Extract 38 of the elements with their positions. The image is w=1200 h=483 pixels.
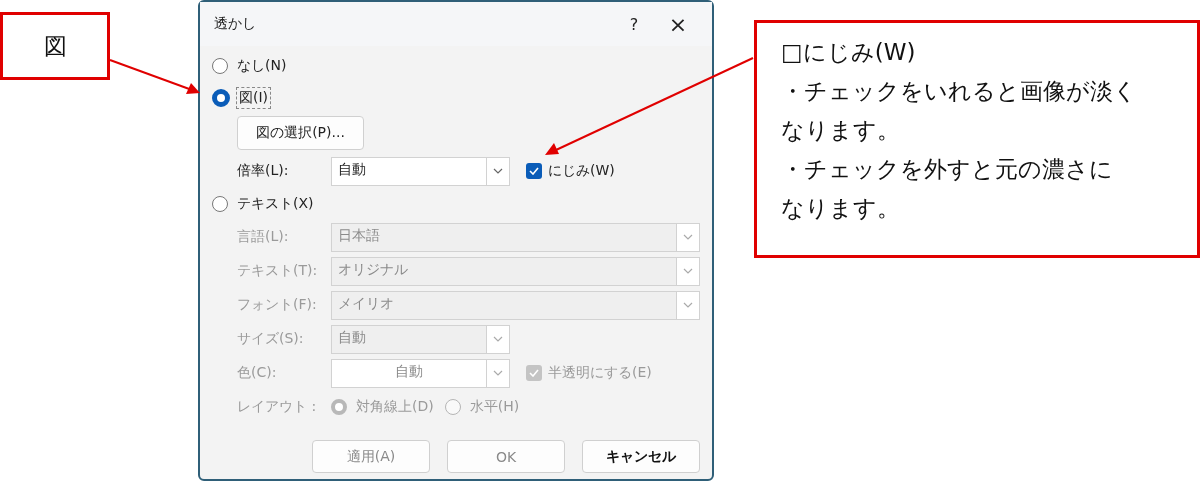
field-label: 言語(L): <box>237 228 290 246</box>
field-label: 色(C): <box>237 364 278 382</box>
callout-text: □にじみ(W) <box>781 38 917 67</box>
chevron-down-icon <box>493 168 503 174</box>
chevron-down-icon <box>683 234 693 240</box>
callout-text: なります。 <box>781 116 901 145</box>
field-label: サイズ(S): <box>237 330 305 348</box>
checkbox-label: にじみ(W) <box>548 162 615 180</box>
radio-button[interactable] <box>212 58 228 74</box>
chevron-down-icon <box>683 268 693 274</box>
chevron-down-icon <box>493 370 503 376</box>
callout-text: ・チェックを外すと元の濃さに <box>781 155 1114 184</box>
radio-label: 対角線上(D) <box>355 397 435 416</box>
chevron-down-icon <box>493 336 503 342</box>
radio-label: 図(I) <box>236 87 272 109</box>
callout-text: なります。 <box>781 194 901 223</box>
callout-text: ・チェックをいれると画像が淡く <box>781 77 1138 106</box>
window-title: 透かし <box>214 15 257 33</box>
checkbox[interactable] <box>526 163 542 179</box>
help-button[interactable]: ? <box>612 6 656 42</box>
field-label: レイアウト : <box>237 398 318 416</box>
field-label: 倍率(L): <box>237 162 290 180</box>
checkmark-icon <box>529 167 539 175</box>
field-label: フォント(F): <box>237 296 318 314</box>
checkbox-label: 半透明にする(E) <box>548 364 652 382</box>
radio-label: なし(N) <box>236 56 288 75</box>
chevron-down-icon <box>683 302 693 308</box>
radio-button[interactable] <box>212 89 230 107</box>
radio-label: 水平(H) <box>468 397 521 416</box>
callout-text: 図 <box>43 31 67 61</box>
radio-label: テキスト(X) <box>236 194 315 213</box>
checkmark-icon <box>529 369 539 377</box>
dropdown-field[interactable]: 自動 <box>331 156 510 186</box>
close-button[interactable]: × <box>656 6 700 42</box>
dialog-button[interactable]: キャンセル <box>582 440 700 473</box>
select-picture-button[interactable]: 図の選択(P)... <box>237 116 364 150</box>
radio-button[interactable] <box>212 196 228 212</box>
field-label: テキスト(T): <box>237 262 319 280</box>
